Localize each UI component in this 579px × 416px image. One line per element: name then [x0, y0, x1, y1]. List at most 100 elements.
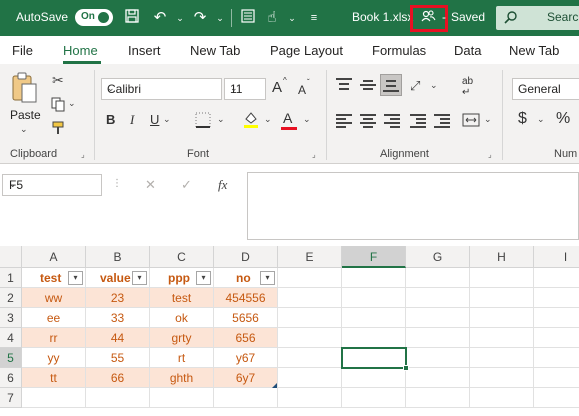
tab-data[interactable]: Data	[454, 43, 481, 58]
cell[interactable]	[278, 268, 342, 288]
row-header-1[interactable]: 1	[0, 268, 22, 288]
font-size-select[interactable]: 11 ⌄	[224, 78, 266, 100]
touch-mode-icon[interactable]: ☝	[262, 8, 282, 28]
tab-new-tab-2[interactable]: New Tab	[509, 43, 559, 58]
cell[interactable]	[470, 288, 534, 308]
align-middle-icon[interactable]	[360, 78, 376, 92]
filter-dropdown-icon[interactable]: ▾	[68, 271, 83, 285]
table-cell[interactable]: 44	[86, 328, 150, 348]
cell[interactable]	[406, 348, 470, 368]
grow-font-icon[interactable]: A	[272, 80, 282, 96]
cell[interactable]	[278, 348, 342, 368]
currency-dropdown-icon[interactable]: ⌄	[537, 114, 545, 125]
cell[interactable]	[534, 288, 579, 308]
cell[interactable]	[534, 348, 579, 368]
tab-file[interactable]: File	[12, 43, 33, 58]
table-cell[interactable]: yy	[22, 348, 86, 368]
table-cell[interactable]: y67	[214, 348, 278, 368]
cell[interactable]	[278, 308, 342, 328]
column-header-h[interactable]: H	[470, 246, 534, 268]
bold-button[interactable]: B	[106, 112, 115, 128]
row-header-4[interactable]: 4	[0, 328, 22, 348]
select-all-corner[interactable]	[0, 246, 22, 268]
table-cell[interactable]: 55	[86, 348, 150, 368]
column-header-g[interactable]: G	[406, 246, 470, 268]
cell[interactable]	[150, 388, 214, 408]
cell[interactable]	[406, 288, 470, 308]
font-launcher-icon[interactable]: ⌟	[312, 150, 321, 159]
paste-icon[interactable]	[10, 72, 38, 107]
fill-color-icon[interactable]	[242, 110, 260, 131]
font-color-icon[interactable]: A	[283, 110, 292, 126]
tab-page-layout[interactable]: Page Layout	[270, 43, 343, 58]
table-cell[interactable]: 5656	[214, 308, 278, 328]
cell[interactable]	[342, 268, 406, 288]
align-center-icon[interactable]	[360, 114, 376, 128]
column-header-i[interactable]: I	[534, 246, 579, 268]
formula-input[interactable]	[247, 172, 579, 240]
filter-dropdown-icon[interactable]: ▾	[132, 271, 147, 285]
filter-dropdown-icon[interactable]: ▾	[260, 271, 275, 285]
cell[interactable]	[406, 308, 470, 328]
orientation-icon[interactable]: ⤢	[410, 78, 420, 94]
cell[interactable]	[470, 388, 534, 408]
undo-dropdown-icon[interactable]: ⌄	[170, 8, 190, 28]
form-icon[interactable]	[238, 8, 258, 28]
insert-function-icon[interactable]: fx	[218, 177, 227, 193]
italic-button[interactable]: I	[130, 112, 134, 128]
redo-dropdown-icon[interactable]: ⌄	[210, 8, 230, 28]
cell[interactable]	[342, 308, 406, 328]
cell[interactable]	[470, 348, 534, 368]
spreadsheet-grid[interactable]: A B C D E F G H I 1 2 3 4 5 6 7 test ▾ v…	[0, 246, 579, 416]
cell[interactable]	[22, 388, 86, 408]
cell[interactable]	[86, 388, 150, 408]
filter-dropdown-icon[interactable]: ▾	[196, 271, 211, 285]
save-icon[interactable]	[122, 8, 142, 28]
table-cell[interactable]: 6y7	[214, 368, 278, 388]
tab-home[interactable]: Home	[63, 43, 98, 58]
cell[interactable]	[342, 368, 406, 388]
column-header-d[interactable]: D	[214, 246, 278, 268]
borders-icon[interactable]	[195, 112, 211, 131]
autosave-toggle[interactable]: On	[75, 9, 113, 26]
cell[interactable]	[278, 368, 342, 388]
cell[interactable]	[278, 288, 342, 308]
cell[interactable]	[406, 388, 470, 408]
cell[interactable]	[406, 368, 470, 388]
table-cell[interactable]: test	[150, 288, 214, 308]
underline-dropdown-icon[interactable]: ⌄	[163, 114, 171, 125]
copy-dropdown-icon[interactable]: ⌄	[68, 98, 76, 109]
tab-formulas[interactable]: Formulas	[372, 43, 426, 58]
paste-dropdown-icon[interactable]: ⌄	[20, 124, 28, 135]
table-cell[interactable]: rt	[150, 348, 214, 368]
table-cell[interactable]: 23	[86, 288, 150, 308]
cell[interactable]	[470, 368, 534, 388]
row-header-2[interactable]: 2	[0, 288, 22, 308]
row-header-3[interactable]: 3	[0, 308, 22, 328]
fill-color-dropdown-icon[interactable]: ⌄	[264, 114, 272, 125]
merge-center-icon[interactable]	[462, 112, 480, 131]
table-cell[interactable]: 33	[86, 308, 150, 328]
table-cell[interactable]: ok	[150, 308, 214, 328]
table-cell[interactable]: 656	[214, 328, 278, 348]
table-cell[interactable]: 454556	[214, 288, 278, 308]
redo-icon[interactable]: ↷	[190, 8, 210, 28]
column-header-c[interactable]: C	[150, 246, 214, 268]
underline-button[interactable]: U	[150, 112, 159, 128]
cell[interactable]	[278, 388, 342, 408]
column-header-f[interactable]: F	[342, 246, 406, 268]
cell[interactable]	[534, 368, 579, 388]
name-box[interactable]: F5 ⌄	[2, 174, 102, 196]
cell[interactable]	[534, 388, 579, 408]
cell[interactable]	[342, 388, 406, 408]
table-cell[interactable]: ee	[22, 308, 86, 328]
tab-insert[interactable]: Insert	[128, 43, 161, 58]
cell[interactable]	[342, 288, 406, 308]
table-cell[interactable]: 66	[86, 368, 150, 388]
paste-label[interactable]: Paste	[10, 108, 41, 122]
number-format-select[interactable]: General	[512, 78, 579, 100]
column-header-e[interactable]: E	[278, 246, 342, 268]
cell[interactable]	[470, 308, 534, 328]
wrap-text-icon[interactable]: ab ↵	[462, 76, 473, 98]
percent-icon[interactable]: %	[556, 111, 570, 127]
